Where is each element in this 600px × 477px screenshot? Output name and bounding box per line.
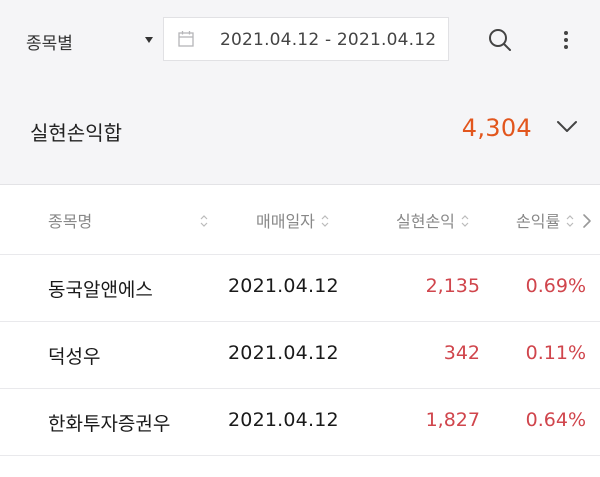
date-start: 2021.04.12: [220, 30, 320, 50]
table-row[interactable]: 동국알앤에스 2021.04.12 2,135 0.69%: [0, 255, 600, 322]
sort-icon: [566, 213, 574, 232]
date-range-text: 2021.04.12 - 2021.04.12: [220, 30, 436, 50]
more-vertical-icon[interactable]: [556, 26, 576, 54]
realized-pl: 1,827: [425, 409, 480, 431]
trade-date: 2021.04.12: [228, 275, 339, 297]
column-header-date[interactable]: 매매일자: [256, 208, 329, 232]
pl-rate: 0.64%: [525, 409, 586, 431]
pl-rate: 0.11%: [525, 342, 586, 364]
realized-pl: 2,135: [425, 275, 480, 297]
table-header: 종목명 매매일자 실현손익 손익률: [0, 185, 600, 255]
pl-rate: 0.69%: [525, 275, 586, 297]
summary-title: 실현손익합: [30, 121, 122, 145]
trade-date: 2021.04.12: [228, 409, 339, 431]
column-header-name[interactable]: 종목명: [48, 208, 208, 232]
column-header-label: 손익률: [516, 212, 561, 231]
date-separator: -: [324, 30, 332, 50]
column-header-label: 종목명: [48, 212, 93, 231]
filter-bar: 종목별 2021.04.12 - 2021.04.12: [0, 0, 600, 81]
table-row[interactable]: 한화투자증권우 2021.04.12 1,827 0.64%: [0, 389, 600, 456]
trade-date: 2021.04.12: [228, 342, 339, 364]
sort-icon: [321, 213, 329, 232]
caret-down-icon: [145, 37, 153, 43]
sort-icon: [200, 213, 208, 232]
column-header-label: 실현손익: [396, 212, 455, 231]
realized-pl-summary[interactable]: 실현손익합 4,304: [0, 81, 600, 185]
stock-name: 한화투자증권우: [48, 413, 171, 435]
sort-icon: [461, 213, 469, 232]
chevron-right-icon[interactable]: [582, 213, 592, 233]
column-header-realized-pl[interactable]: 실현손익: [396, 208, 469, 232]
chevron-down-icon[interactable]: [556, 119, 578, 138]
summary-total: 4,304: [461, 114, 532, 142]
column-header-pl-rate[interactable]: 손익률: [516, 208, 574, 232]
table-row[interactable]: 덕성우 2021.04.12 342 0.11%: [0, 322, 600, 389]
date-range-picker[interactable]: 2021.04.12 - 2021.04.12: [163, 17, 449, 61]
category-label: 종목별: [26, 33, 73, 54]
category-dropdown[interactable]: 종목별: [26, 27, 156, 55]
stock-name: 동국알앤에스: [48, 279, 153, 301]
realized-pl: 342: [443, 342, 480, 364]
search-icon[interactable]: [486, 26, 514, 54]
date-end: 2021.04.12: [336, 30, 437, 50]
calendar-icon: [178, 30, 194, 51]
stock-name: 덕성우: [48, 346, 101, 368]
column-header-label: 매매일자: [256, 212, 315, 231]
